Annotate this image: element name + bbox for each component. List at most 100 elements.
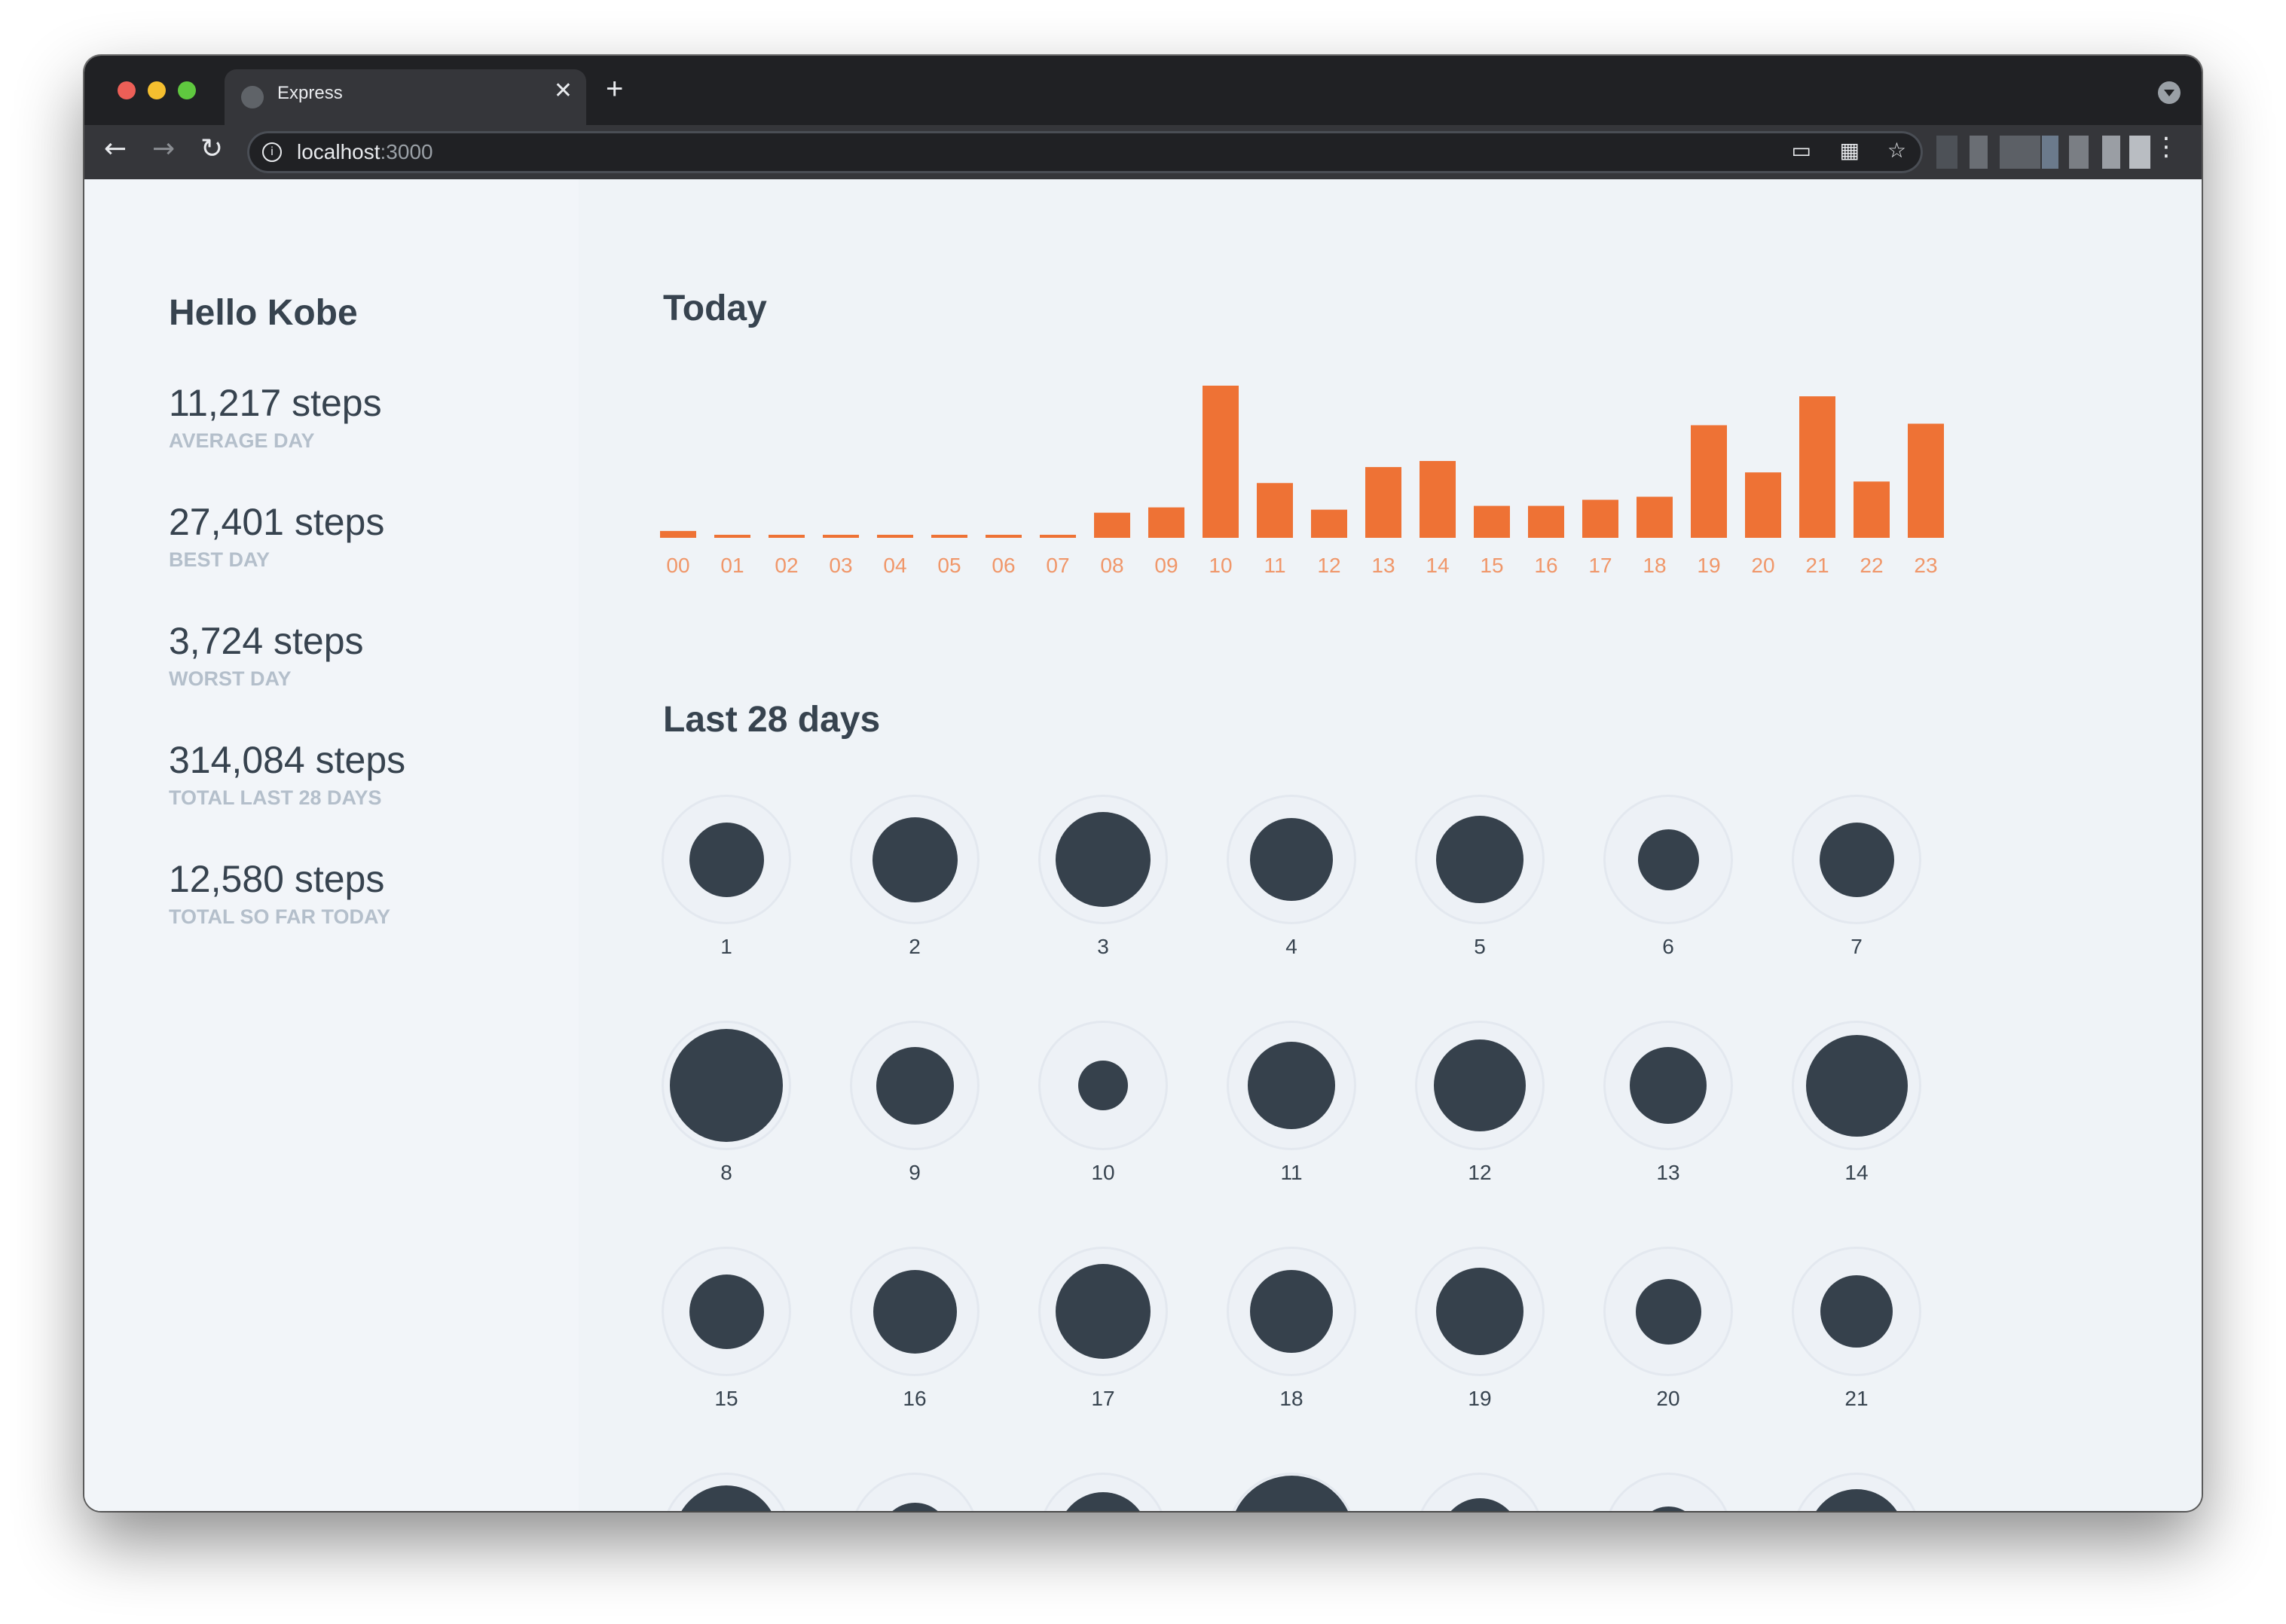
- extension-icons[interactable]: [1936, 136, 2155, 172]
- day-label: 14: [1844, 1161, 1869, 1184]
- day-steps-dot: [1056, 1264, 1151, 1359]
- stat-label: TOTAL SO FAR TODAY: [169, 905, 391, 928]
- day-label: 17: [1091, 1387, 1115, 1410]
- bar-hour-18: [1637, 496, 1673, 538]
- hour-tick-label: 18: [1643, 554, 1666, 577]
- stat-label: AVERAGE DAY: [169, 429, 315, 452]
- bar-hour-17: [1582, 499, 1618, 538]
- bar-hour-01: [714, 534, 750, 538]
- minimize-window-button[interactable]: [148, 81, 166, 99]
- day-label: 10: [1091, 1161, 1115, 1184]
- close-window-button[interactable]: [118, 81, 136, 99]
- bar-hour-13: [1365, 467, 1401, 538]
- bar-hour-12: [1311, 509, 1347, 538]
- stat-value: 3,724 steps: [169, 620, 364, 662]
- hour-tick-label: 15: [1480, 554, 1503, 577]
- hour-tick-label: 20: [1751, 554, 1774, 577]
- info-icon[interactable]: i: [262, 142, 282, 162]
- tab-strip: Express ✕ +: [84, 56, 2202, 125]
- hour-tick-label: 23: [1914, 554, 1937, 577]
- extension-icon[interactable]: [2129, 136, 2150, 169]
- day-label: 9: [909, 1161, 921, 1184]
- bar-hour-15: [1474, 505, 1510, 538]
- day-label: 4: [1285, 935, 1297, 958]
- day-label: 16: [903, 1387, 927, 1410]
- day-steps-dot: [1250, 818, 1333, 901]
- day-label: 6: [1662, 935, 1674, 958]
- page-content: Hello Kobe 11,217 steps AVERAGE DAY 27,4…: [84, 179, 2202, 1511]
- last-28-days-title: Last 28 days: [663, 700, 881, 740]
- bar-hour-19: [1691, 425, 1727, 538]
- tab-search-icon[interactable]: [2158, 81, 2181, 104]
- day-label: 2: [909, 935, 921, 958]
- day-steps-dot: [1819, 822, 1894, 897]
- day-steps-dot: [1436, 1268, 1523, 1355]
- bar-hour-06: [986, 534, 1022, 538]
- menu-icon[interactable]: ⋮: [2153, 134, 2179, 160]
- hour-tick-label: 02: [775, 554, 798, 577]
- browser-toolbar: ← → ↻ i localhost:3000 ▭ ▦ ☆ ⋮: [84, 125, 2202, 179]
- day-steps-dot: [1436, 816, 1523, 903]
- greeting: Hello Kobe: [169, 293, 358, 333]
- new-tab-button[interactable]: +: [606, 74, 623, 104]
- browser-window: Express ✕ + ← → ↻ i localhost:3000 ▭ ▦ ☆…: [84, 56, 2202, 1511]
- stat-worst-day: 3,724 steps WORST DAY: [169, 619, 364, 691]
- extension-icon[interactable]: [2069, 136, 2089, 169]
- hour-tick-label: 16: [1534, 554, 1557, 577]
- tab-express[interactable]: Express ✕: [225, 69, 586, 125]
- bar-hour-07: [1040, 534, 1076, 538]
- stat-value: 11,217 steps: [169, 382, 382, 424]
- day-label: 18: [1279, 1387, 1303, 1410]
- day-steps-dot: [689, 822, 764, 897]
- bar-hour-09: [1148, 507, 1184, 538]
- extension-icon[interactable]: [2000, 136, 2040, 169]
- url-text[interactable]: localhost:3000: [297, 140, 433, 164]
- stat-value: 314,084 steps: [169, 739, 406, 781]
- extension-icon[interactable]: [2102, 136, 2120, 169]
- extension-icon[interactable]: [1936, 136, 1957, 169]
- day-steps-dot: [1637, 829, 1699, 890]
- extension-icon[interactable]: [2042, 136, 2058, 169]
- hour-tick-label: 06: [992, 554, 1015, 577]
- day-steps-dot: [1820, 1275, 1893, 1348]
- day-steps-dot: [872, 817, 958, 902]
- bar-hour-22: [1854, 481, 1890, 538]
- day-label: 7: [1850, 935, 1863, 958]
- day-label: 12: [1468, 1161, 1492, 1184]
- url-host: localhost: [297, 140, 380, 163]
- day-label: 20: [1656, 1387, 1680, 1410]
- day-label: 21: [1844, 1387, 1869, 1410]
- stat-total-last-28-days: 314,084 steps TOTAL LAST 28 DAYS: [169, 738, 405, 810]
- extension-icon[interactable]: [1970, 136, 1988, 169]
- hour-tick-label: 13: [1371, 554, 1395, 577]
- bar-hour-00: [660, 530, 696, 538]
- back-arrow-icon[interactable]: ←: [104, 136, 127, 163]
- forward-arrow-icon[interactable]: →: [152, 136, 175, 163]
- day-label: 5: [1474, 935, 1486, 958]
- day-steps-dot: [670, 1029, 783, 1142]
- main-content: Today 00 01 02 03 04 05 06 07 08 09 10 11 12 13 14 15 16…: [579, 179, 2202, 1511]
- cast-icon[interactable]: ▭: [1792, 140, 1811, 161]
- day-label: 13: [1656, 1161, 1680, 1184]
- hour-tick-label: 01: [720, 554, 744, 577]
- day-ring: [1606, 1475, 1731, 1511]
- bar-hour-02: [769, 534, 805, 538]
- bookmark-star-icon[interactable]: ☆: [1887, 140, 1906, 161]
- bar-hour-05: [931, 534, 967, 538]
- day-steps-dot: [876, 1046, 954, 1125]
- maximize-window-button[interactable]: [178, 81, 196, 99]
- day-steps-dot: [1248, 1042, 1335, 1129]
- day-steps-dot: [1250, 1270, 1333, 1353]
- bar-hour-23: [1908, 423, 1944, 538]
- stat-value: 12,580 steps: [169, 858, 385, 900]
- stat-label: BEST DAY: [169, 548, 270, 571]
- reload-icon[interactable]: ↻: [200, 136, 223, 163]
- bar-hour-10: [1203, 386, 1239, 538]
- qr-code-icon[interactable]: ▦: [1840, 140, 1860, 161]
- close-icon[interactable]: ✕: [554, 80, 573, 102]
- url-port: :3000: [380, 140, 433, 163]
- address-bar[interactable]: i localhost:3000 ▭ ▦ ☆: [247, 131, 1923, 173]
- sidebar: Hello Kobe 11,217 steps AVERAGE DAY 27,4…: [84, 179, 579, 1511]
- stat-label: WORST DAY: [169, 667, 292, 690]
- hour-tick-label: 04: [883, 554, 906, 577]
